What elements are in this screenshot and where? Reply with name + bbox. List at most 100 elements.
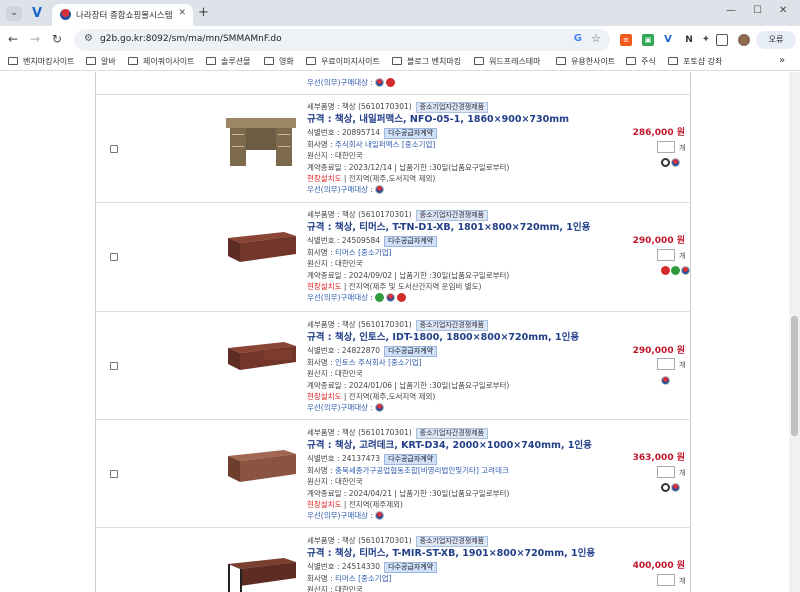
product-name-link[interactable]: 규격 : 책상, 내일퍼맥스, NFO-05-1, 1860×900×730mm [307, 113, 627, 127]
scrollbar-thumb[interactable] [791, 316, 798, 436]
minimize-icon[interactable]: — [726, 5, 736, 16]
qty-unit: 개 [679, 577, 686, 585]
product-thumbnail[interactable] [224, 550, 298, 592]
select-checkbox[interactable] [110, 253, 118, 261]
product-name-link[interactable]: 규격 : 책상, 티머스, T-TN-D1-XB, 1801×800×720mm… [307, 221, 627, 235]
taeguk-icon [374, 78, 384, 87]
select-checkbox[interactable] [110, 145, 118, 153]
extension-nf-icon[interactable]: N [683, 34, 695, 46]
desk-image [228, 450, 296, 482]
profile-avatar[interactable] [738, 34, 750, 46]
cert-marks [661, 266, 691, 277]
extension-image-icon[interactable]: ▣ [642, 34, 654, 46]
quantity-input[interactable] [657, 574, 675, 586]
tab-pinned[interactable]: V [26, 4, 48, 23]
tab-title: 나라장터 종합쇼핑몰시스템 [76, 11, 173, 21]
product-thumbnail[interactable] [224, 112, 298, 172]
page-viewport: 우선(의무)구매대상 : 세부품명 : 책상 (5610170301) 중소기업자… [0, 72, 800, 592]
desk-image [228, 558, 296, 592]
more-bookmarks-icon[interactable]: » [779, 55, 785, 66]
product-price: 400,000 원 [632, 561, 685, 571]
tab-active[interactable]: 나라장터 종합쇼핑몰시스템 ✕ [52, 4, 193, 26]
bookmark-item[interactable]: 주식 [626, 56, 656, 67]
bookmark-item[interactable]: 알바 [86, 56, 116, 67]
folder-icon [264, 57, 274, 65]
bookmark-item[interactable]: 워드프레스테마 [474, 56, 541, 67]
url-text: g2b.go.kr:8092/sm/ma/mn/SMMAMnF.do [100, 34, 282, 44]
quantity-input[interactable] [657, 141, 675, 153]
desk-image [226, 118, 296, 166]
vertical-scrollbar[interactable] [789, 72, 800, 592]
google-lens-icon[interactable]: G [574, 33, 582, 44]
extensions-puzzle-icon[interactable]: ✦ [700, 34, 712, 46]
side-panel-icon[interactable] [716, 34, 728, 46]
bookmark-item[interactable]: 솔루션몰 [206, 56, 250, 67]
maximize-icon[interactable]: ☐ [753, 5, 762, 16]
reload-icon[interactable]: ↻ [52, 32, 62, 46]
company-link[interactable]: 티머스 [335, 248, 356, 257]
product-info: 세부품명 : 책상 (5610170301) 중소기업자간경쟁제품 규격 : 책상… [307, 101, 627, 195]
row-divider [95, 311, 691, 312]
product-name-link[interactable]: 규격 : 책상, 고려데크, KRT-D34, 2000×1000×740mm,… [307, 439, 627, 453]
company-link[interactable]: 인토스 주식회사 [335, 358, 386, 367]
taeguk-icon [385, 293, 395, 303]
qty-unit: 개 [679, 252, 686, 260]
product-name-link[interactable]: 규격 : 책상, 인토스, IDT-1800, 1800×800×720mm, … [307, 331, 627, 345]
extension-v3-icon[interactable]: V [662, 34, 674, 46]
bookmarks-bar: 벤치마킹사이트 알바 제이쿼이사이트 솔루션몰 영화 우료이미지사이트 블로그 … [0, 54, 800, 71]
site-settings-icon[interactable]: ⚙ [84, 33, 93, 44]
bookmark-item[interactable]: 우료이미지사이트 [306, 56, 380, 67]
extension-pdf-icon[interactable]: ≡ [620, 34, 632, 46]
product-price: 290,000 원 [632, 236, 685, 246]
product-info: 세부품명 : 책상 (5610170301) 중소기업자간경쟁제품 규격 : 책상… [307, 427, 627, 521]
back-icon[interactable]: ← [8, 32, 18, 46]
cert-marks [661, 483, 681, 494]
cert-ring-icon [661, 158, 670, 167]
forward-icon[interactable]: → [30, 32, 40, 46]
quantity-input[interactable] [657, 466, 675, 478]
tab-bar: ⌄ V 나라장터 종합쇼핑몰시스템 ✕ + — ☐ ✕ [0, 0, 800, 26]
row-divider [95, 94, 691, 95]
product-info: 세부품명 : 책상 (5610170301) 중소기업자간경쟁제품 규격 : 책상… [307, 319, 627, 413]
folder-icon [8, 57, 18, 65]
taeguk-icon [374, 185, 384, 195]
bookmark-item[interactable]: 영화 [264, 56, 294, 67]
folder-icon [206, 57, 216, 65]
product-name-link[interactable]: 규격 : 책상, 티머스, T-MIR-ST-XB, 1901×800×720m… [307, 547, 627, 561]
bookmark-item[interactable]: 유용한사이트 [556, 56, 615, 67]
taeguk-icon [374, 403, 384, 413]
bookmark-item[interactable]: 블로그 벤치마킹 [392, 56, 461, 67]
close-tab-icon[interactable]: ✕ [178, 8, 186, 18]
select-checkbox[interactable] [110, 362, 118, 370]
product-thumbnail[interactable] [224, 442, 298, 502]
company-link[interactable]: 티머스 [335, 574, 356, 583]
desk-image [228, 232, 296, 262]
qty-unit: 개 [679, 361, 686, 369]
product-info: 세부품명 : 책상 (5610170301) 중소기업자간경쟁제품 규격 : 책상… [307, 535, 627, 592]
profile-error-button[interactable]: 오류 [756, 31, 796, 49]
select-checkbox[interactable] [110, 470, 118, 478]
bookmark-item[interactable]: 제이쿼이사이트 [128, 56, 195, 67]
bookmark-item[interactable]: 포토샵 강좌 [668, 56, 722, 67]
product-thumbnail[interactable] [224, 224, 298, 284]
folder-icon [626, 57, 636, 65]
bookmark-star-icon[interactable]: ☆ [591, 32, 601, 45]
company-link[interactable]: 주식회사 내일퍼맥스 [335, 140, 399, 149]
address-bar[interactable]: ⚙ g2b.go.kr:8092/sm/ma/mn/SMMAMnF.do G ☆ [74, 29, 610, 51]
folder-icon [556, 57, 566, 65]
new-tab-button[interactable]: + [198, 5, 209, 20]
tab-search-button[interactable]: ⌄ [6, 6, 22, 21]
bookmark-item[interactable]: 벤치마킹사이트 [8, 56, 75, 67]
quantity-input[interactable] [657, 358, 675, 370]
product-info: 세부품명 : 책상 (5610170301) 중소기업자간경쟁제품 규격 : 책상… [307, 209, 627, 303]
sme-tag: 중소기업자간경쟁제품 [415, 102, 489, 113]
taeguk-icon [374, 511, 384, 521]
company-link[interactable]: 충북세종가구공업협동조합 [335, 466, 418, 475]
product-price: 363,000 원 [632, 453, 685, 463]
close-window-icon[interactable]: ✕ [779, 5, 787, 16]
product-thumbnail[interactable] [224, 334, 298, 394]
quantity-input[interactable] [657, 249, 675, 261]
cert-marks [661, 376, 671, 387]
folder-icon [474, 57, 484, 65]
row-divider [95, 419, 691, 420]
